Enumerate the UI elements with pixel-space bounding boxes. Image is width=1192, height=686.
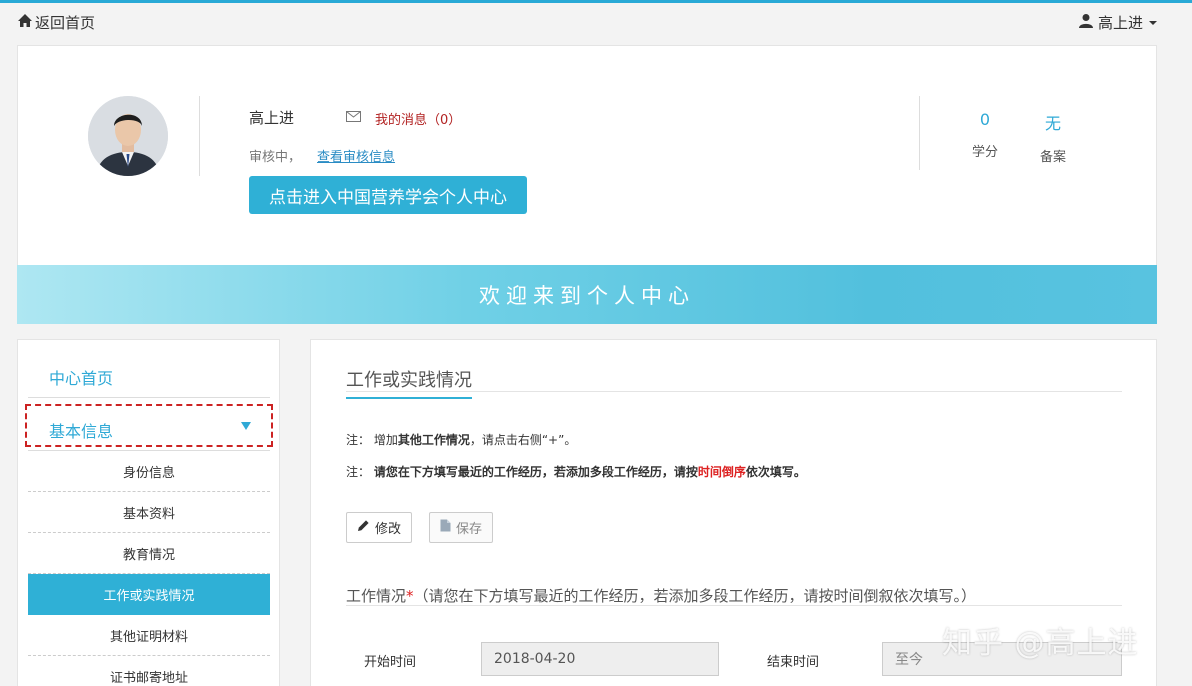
end-time-label: 结束时间 (767, 655, 820, 670)
credits-label: 学分 (971, 145, 998, 160)
avatar (88, 96, 168, 176)
edit-button[interactable]: 修改 (346, 512, 413, 543)
sidebar-item-education[interactable]: 教育情况 (28, 533, 270, 574)
sidebar-item-basic-profile[interactable]: 基本资料 (28, 492, 270, 533)
sidebar-section-basic-info[interactable]: 基本信息 (25, 404, 273, 447)
work-section-title: 工作情况*（请您在下方填写最近的工作经历，若添加多段工作经历，请按时间倒叙依次填… (346, 587, 977, 605)
user-icon (1078, 13, 1094, 32)
sidebar-item-center-home[interactable]: 中心首页 (49, 365, 113, 389)
start-time-input[interactable]: 2018-04-20 (481, 642, 719, 676)
home-label: 返回首页 (35, 14, 96, 32)
divider (28, 397, 270, 398)
save-button[interactable]: 保存 (429, 512, 494, 543)
edit-label: 修改 (375, 522, 402, 537)
view-review-info-link[interactable]: 查看审核信息 (317, 146, 395, 165)
sidebar: 中心首页 基本信息 身份信息 基本资料 教育情况 工作或实践情况 其他证明材料 … (17, 339, 280, 686)
record-stat: 无 备案 (1023, 110, 1083, 165)
banner-title: 欢迎来到个人中心 (479, 283, 695, 308)
start-time-label: 开始时间 (364, 655, 417, 670)
record-value: 无 (1044, 114, 1061, 133)
user-menu[interactable]: 高上进 (1078, 12, 1157, 33)
review-status: 审核中， (249, 150, 302, 165)
welcome-banner: 欢迎来到个人中心 (17, 265, 1157, 324)
watermark: 知乎 @高上进 (942, 626, 1139, 661)
divider (346, 605, 1122, 606)
home-link[interactable]: 返回首页 (17, 12, 95, 33)
note-add-work: 注： 增加其他工作情况，请点击右侧“+”。 (346, 433, 577, 447)
file-icon (440, 519, 456, 536)
record-label: 备案 (1039, 150, 1066, 165)
sidebar-item-identity[interactable]: 身份信息 (28, 451, 270, 492)
messages-label: 我的消息（0） (375, 113, 462, 128)
credits-value: 0 (979, 110, 991, 129)
sidebar-item-mailing-address[interactable]: 证书邮寄地址 (28, 656, 270, 686)
enter-personal-center-button[interactable]: 点击进入中国营养学会个人中心 (249, 176, 527, 214)
credits-stat: 0 学分 (955, 110, 1015, 160)
user-name: 高上进 (1097, 14, 1143, 32)
sidebar-section-label: 基本信息 (49, 422, 114, 441)
divider (919, 96, 920, 170)
divider (346, 391, 1122, 392)
sidebar-item-work-practice[interactable]: 工作或实践情况 (28, 574, 270, 615)
messages-link[interactable]: 我的消息（0） (346, 109, 461, 128)
profile-panel: 高上进 我的消息（0） 审核中， 查看审核信息 点击进入中国营养学会个人中心 0… (17, 45, 1157, 265)
mail-icon (346, 111, 375, 126)
pencil-icon (357, 519, 375, 536)
save-label: 保存 (456, 522, 483, 537)
top-bar: 返回首页 高上进 (0, 3, 1192, 43)
triangle-down-icon (241, 422, 251, 430)
divider (199, 96, 200, 176)
chevron-down-icon (1149, 20, 1157, 25)
required-mark: * (406, 587, 414, 605)
home-icon (17, 13, 35, 32)
sidebar-item-other-proof[interactable]: 其他证明材料 (28, 615, 270, 656)
section-title: 工作或实践情况 (346, 366, 472, 399)
note-order: 注： 请您在下方填写最近的工作经历，若添加多段工作经历，请按时间倒序依次填写。 (346, 465, 806, 479)
profile-name: 高上进 (249, 109, 295, 127)
